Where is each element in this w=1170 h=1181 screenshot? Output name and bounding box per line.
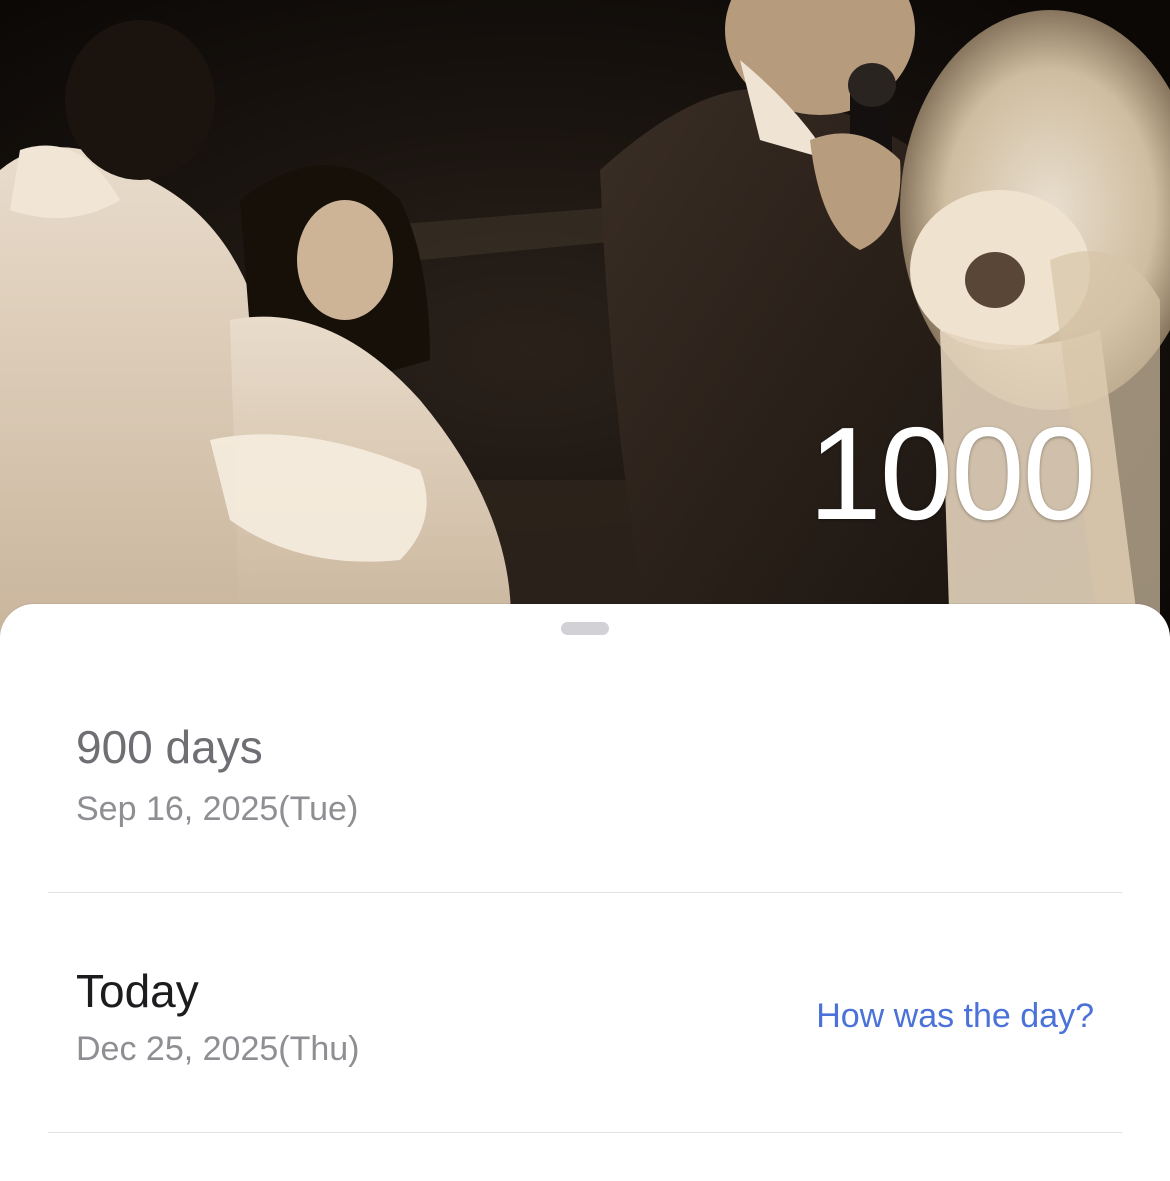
list-item[interactable]: Today Dec 25, 2025(Thu) How was the day? bbox=[48, 893, 1122, 1133]
how-was-the-day-link[interactable]: How was the day? bbox=[816, 999, 1094, 1033]
milestone-date: Sep 16, 2025(Tue) bbox=[76, 790, 359, 828]
screen: 1000 900 days Sep 16, 2025(Tue) Today De… bbox=[0, 0, 1170, 1181]
today-date: Dec 25, 2025(Thu) bbox=[76, 1030, 360, 1068]
list-item[interactable]: 900 days Sep 16, 2025(Tue) bbox=[48, 664, 1122, 893]
sheet-grabber-handle[interactable] bbox=[561, 622, 609, 635]
milestone-title: 900 days bbox=[76, 721, 263, 773]
day-counter: 1000 bbox=[808, 400, 1096, 547]
today-title: Today bbox=[76, 965, 199, 1017]
cover-photo[interactable]: 1000 bbox=[0, 0, 1170, 640]
bottom-sheet[interactable]: 900 days Sep 16, 2025(Tue) Today Dec 25,… bbox=[0, 604, 1170, 1181]
